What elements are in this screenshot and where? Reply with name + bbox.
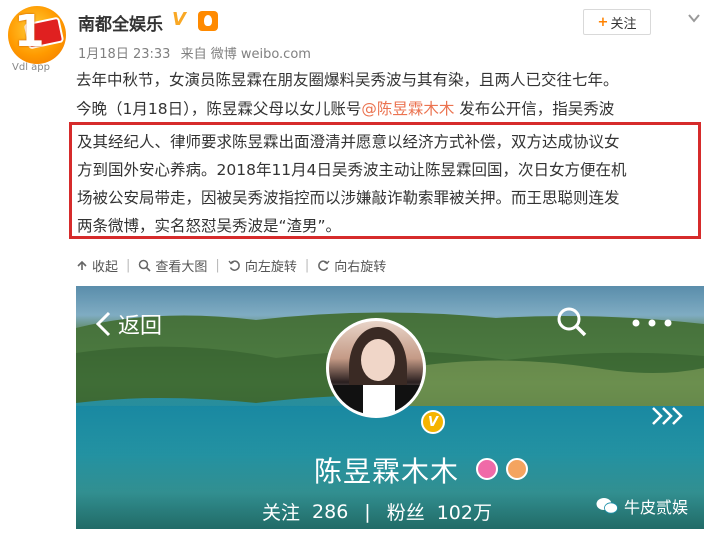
highlight-box: 及其经纪人、律师要求陈昱霖出面澄清并愿意以经济方式补偿，双方达成协议女 方到国外… <box>69 122 701 239</box>
avatar-subtext: Vdl app <box>12 62 50 73</box>
post-meta: 1月18日 23:33 来自 微博 weibo.com <box>78 43 317 62</box>
rotate-left-button[interactable]: 向左旋转 <box>228 256 297 275</box>
rotate-left-label: 向左旋转 <box>244 259 297 275</box>
following-count: 286 <box>312 500 349 523</box>
collapse-button[interactable]: 收起 <box>76 256 118 275</box>
toolbar-divider: | <box>304 257 310 273</box>
rotate-right-button[interactable]: 向右旋转 <box>317 256 386 275</box>
profile-name: 陈昱霖木木 <box>314 455 460 488</box>
stats-divider: | <box>364 500 371 523</box>
forward-arrows-icon[interactable] <box>650 404 686 428</box>
search-icon[interactable] <box>556 306 588 338</box>
profile-stats: 关注 286 | 粉丝 102万 <box>262 498 492 525</box>
rotate-left-icon <box>228 260 240 271</box>
hourglass-badge-icon <box>506 458 528 480</box>
post-image[interactable]: 返回 V 陈昱霖木木 关注 286 | 粉丝 102万 <box>76 286 704 529</box>
verified-icon: V <box>421 410 445 434</box>
post-source[interactable]: 来自 微博 weibo.com <box>181 47 311 62</box>
search-icon <box>139 259 151 272</box>
quote-line-2: 方到国外安心养病。2018年11月4日吴秀波主动让陈昱霖回国，次日女方便在机 <box>77 161 627 179</box>
follow-button[interactable]: + 关注 <box>583 9 651 35</box>
following-label[interactable]: 关注 <box>262 498 300 525</box>
back-button[interactable]: 返回 <box>94 308 162 340</box>
mention-link[interactable]: @陈昱霖木木 <box>361 100 454 118</box>
rotate-right-label: 向右旋转 <box>334 259 387 275</box>
follow-label: 关注 <box>610 16 637 32</box>
more-icon[interactable] <box>632 319 672 327</box>
profile-avatar[interactable] <box>326 318 426 418</box>
avatar-jacket <box>395 385 423 415</box>
watermark: 牛皮贰娱 <box>596 494 688 518</box>
collapse-label: 收起 <box>92 259 119 275</box>
post-date: 1月18日 23:33 <box>78 47 171 62</box>
avatar-face <box>361 339 395 381</box>
verified-icon: V <box>172 9 186 30</box>
post-text-line-2: 今晚（1月18日），陈昱霖父母以女儿账号@陈昱霖木木 发布公开信，指吴秀波 <box>76 95 614 124</box>
quote-line-1: 及其经纪人、律师要求陈昱霖出面澄清并愿意以经济方式补偿，双方达成协议女 <box>77 133 620 151</box>
toolbar-divider: | <box>126 257 131 273</box>
back-label: 返回 <box>118 314 163 339</box>
view-large-label: 查看大图 <box>155 259 208 275</box>
fans-count: 102万 <box>436 502 492 524</box>
wechat-icon <box>596 498 618 514</box>
image-toolbar: 收起 | 查看大图 | 向左旋转 | 向右旋转 <box>76 255 386 275</box>
fans-label[interactable]: 粉丝 <box>387 498 425 525</box>
level-badge-icon <box>476 458 498 480</box>
toolbar-divider: | <box>215 257 220 273</box>
fire-icon <box>198 11 218 31</box>
avatar-jacket <box>333 385 363 415</box>
quote-line-3: 场被公安局带走，因被吴秀波指控而以涉嫌敲诈勒索罪被关押。而王思聪则连发 <box>77 189 620 207</box>
post-text-line-2-after: 发布公开信，指吴秀波 <box>454 100 615 118</box>
account-avatar[interactable]: 1 <box>8 6 66 64</box>
account-name[interactable]: 南都全娱乐 <box>78 10 163 35</box>
quote-line-4: 两条微博，实名怒怼吴秀波是“渣男”。 <box>77 217 342 235</box>
post-text-line-2-before: 今晚（1月18日），陈昱霖父母以女儿账号 <box>76 100 362 118</box>
avatar-text: 1 <box>14 6 45 57</box>
plus-icon: + <box>597 14 609 30</box>
view-large-button[interactable]: 查看大图 <box>138 256 207 275</box>
chevron-down-icon[interactable] <box>686 10 702 26</box>
watermark-text: 牛皮贰娱 <box>624 498 689 517</box>
post-text-line-1: 去年中秋节，女演员陈昱霖在朋友圈爆料吴秀波与其有染，且两人已交往七年。 <box>76 71 619 89</box>
rotate-right-icon <box>318 260 330 271</box>
collapse-icon <box>77 260 87 270</box>
chevron-left-icon <box>95 311 111 337</box>
